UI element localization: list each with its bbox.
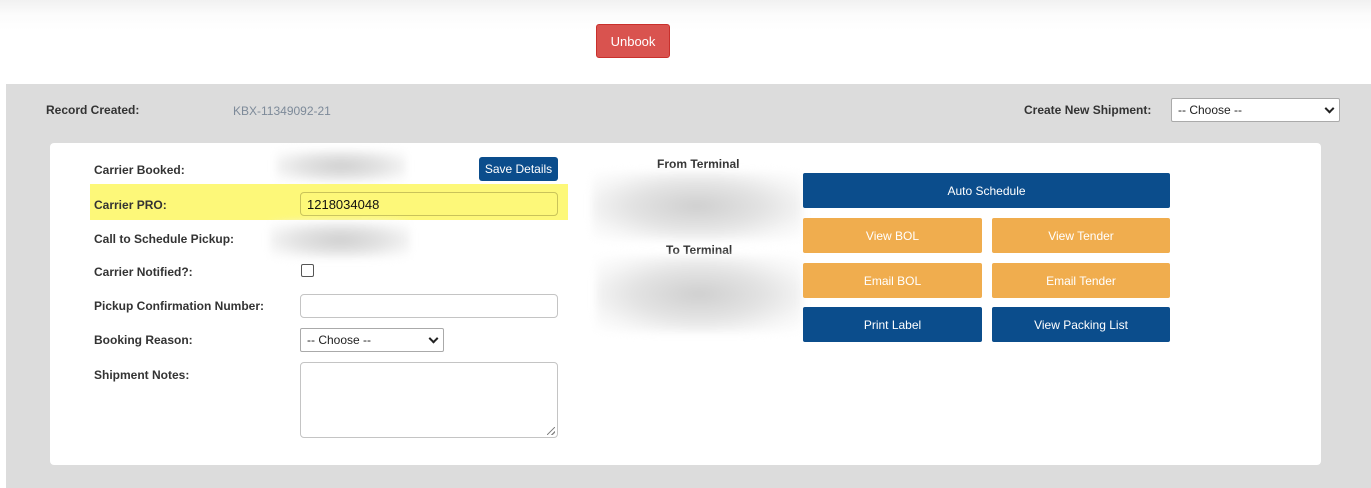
pickup-confirmation-label: Pickup Confirmation Number: — [94, 299, 265, 313]
from-terminal-value-redacted — [592, 172, 802, 240]
record-created-label: Record Created: — [46, 103, 140, 117]
top-bar — [0, 0, 1371, 84]
create-new-shipment-select[interactable]: -- Choose -- — [1171, 98, 1340, 122]
create-new-shipment-selected: -- Choose -- — [1178, 103, 1243, 117]
email-bol-button[interactable]: Email BOL — [803, 263, 982, 298]
to-terminal-label: To Terminal — [666, 243, 733, 257]
print-label-button[interactable]: Print Label — [803, 307, 982, 342]
from-terminal-label: From Terminal — [657, 157, 740, 171]
call-to-schedule-pickup-label: Call to Schedule Pickup: — [94, 232, 235, 246]
view-packing-list-button[interactable]: View Packing List — [992, 307, 1170, 342]
booking-reason-selected: -- Choose -- — [307, 333, 372, 347]
carrier-pro-input[interactable]: 1218034048 — [300, 192, 558, 216]
booking-reason-label: Booking Reason: — [94, 333, 193, 347]
call-to-schedule-value-redacted — [270, 222, 410, 258]
carrier-notified-label: Carrier Notified?: — [94, 265, 193, 279]
resize-grip-icon[interactable] — [547, 427, 555, 435]
view-bol-button[interactable]: View BOL — [803, 218, 982, 253]
record-created-value: KBX-11349092-21 — [233, 104, 331, 118]
view-tender-button[interactable]: View Tender — [992, 218, 1170, 253]
email-tender-button[interactable]: Email Tender — [992, 263, 1170, 298]
chevron-down-icon — [428, 333, 439, 344]
shipment-notes-textarea[interactable] — [300, 362, 558, 438]
carrier-notified-checkbox[interactable] — [301, 264, 314, 277]
pickup-confirmation-input[interactable] — [300, 294, 558, 318]
booking-reason-select[interactable]: -- Choose -- — [300, 328, 444, 352]
to-terminal-value-redacted — [596, 256, 802, 332]
save-details-button[interactable]: Save Details — [479, 157, 558, 181]
auto-schedule-button[interactable]: Auto Schedule — [803, 173, 1170, 208]
unbook-button[interactable]: Unbook — [596, 24, 670, 58]
chevron-down-icon — [1324, 103, 1335, 114]
carrier-booked-label: Carrier Booked: — [94, 163, 185, 177]
carrier-booked-value-redacted — [276, 150, 406, 182]
shipment-notes-label: Shipment Notes: — [94, 368, 190, 382]
create-new-shipment-label: Create New Shipment: — [1024, 103, 1152, 117]
carrier-pro-label: Carrier PRO: — [94, 198, 167, 212]
